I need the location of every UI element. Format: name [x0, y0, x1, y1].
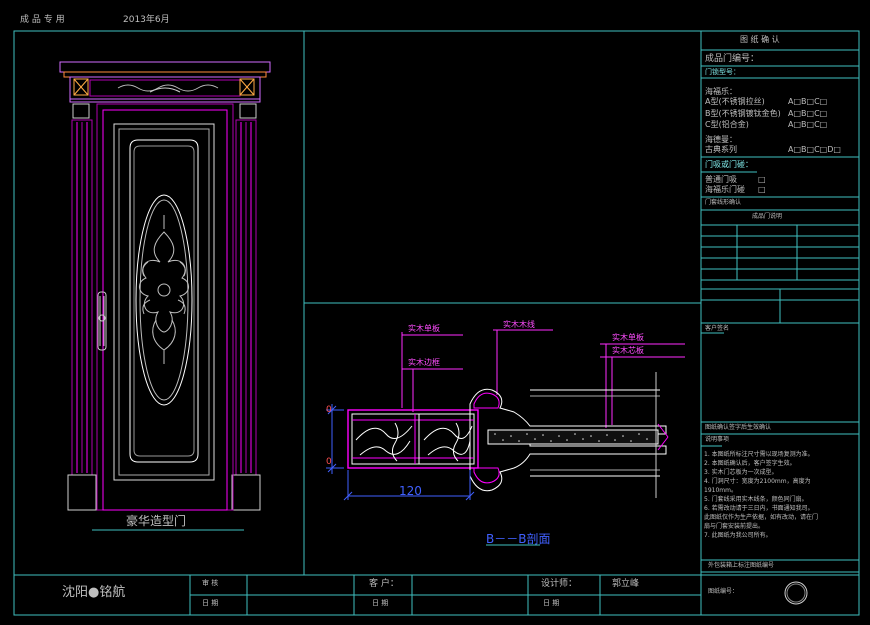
customer-date-label: 日 期: [372, 599, 389, 607]
note-line: 扇与门套安装前提出。: [704, 523, 765, 530]
note-line: 1910mm。: [704, 487, 737, 494]
designer-label: 设计师：: [541, 579, 578, 589]
inner-title: 成品门说明: [752, 213, 783, 220]
designer-date-label: 日 期: [543, 599, 560, 607]
group1-title: 海福乐：: [705, 87, 737, 96]
section-label-5: 实木芯板: [612, 346, 644, 355]
group2-item: 古典系列: [705, 145, 737, 154]
note-line: 6. 若需改动请于三日内，书面通知我司。: [704, 505, 814, 512]
section-title: B－－B剖面: [486, 532, 551, 546]
hardware-title: 门锁型号：: [705, 68, 740, 76]
drawing-no-circle: [784, 581, 808, 605]
note-line: 5. 门套线采用实木线条，颜色同门扇。: [704, 496, 808, 503]
drawing-no-label: 图纸编号：: [708, 588, 739, 595]
footer-note: 外包装箱上标注图纸编号: [708, 562, 775, 569]
note-line: 1. 本图纸所标注尺寸需以现场复测为准。: [704, 451, 814, 458]
section-label-3: 实木木线: [503, 320, 535, 329]
dimension-value: 120: [399, 484, 422, 498]
product-no-label: 成品门编号：: [705, 54, 760, 64]
group1-item-c: C型(铝合金): [705, 120, 749, 129]
header-date: 2013年6月: [123, 15, 170, 25]
stop-item-1: 普通门吸: [705, 175, 737, 184]
notes-title: 说明事项: [705, 436, 730, 443]
panel-title: 图 纸 确 认: [740, 35, 780, 44]
note-line: 3. 实木门芯板为一次成型。: [704, 469, 778, 476]
customer-label: 客 户：: [369, 579, 399, 589]
notes-list: 1. 本图纸所标注尺寸需以现场复测为准。 2. 本图纸确认后，客户签字生效。 3…: [704, 452, 858, 542]
section-label-4: 实木单板: [612, 333, 644, 342]
note-line: 2. 本图纸确认后，客户签字生效。: [704, 460, 796, 467]
header-label: 成 品 专 用: [20, 15, 65, 25]
door-elevation: [59, 61, 271, 531]
group1-options-b[interactable]: A□B□C□: [788, 110, 827, 118]
stop-title: 门吸或门碰：: [705, 160, 753, 169]
group2-options[interactable]: A□B□C□D□: [788, 146, 841, 154]
stop-item-2: 海福乐门碰: [705, 185, 745, 194]
designer-name: 郭立峰: [612, 579, 640, 589]
group1-item-a: A型(不锈钢拉丝): [705, 97, 765, 106]
stop-check-1[interactable]: □: [758, 176, 766, 184]
dim-mark-bottom: 0: [326, 457, 332, 467]
note-line: 7. 此图纸为我公司所有。: [704, 532, 772, 539]
confirm-line: 图纸确认签字后生效确认: [705, 424, 772, 431]
door-line-title: 门套线形确认: [705, 199, 742, 206]
group1-options-c[interactable]: A□B□C□: [788, 121, 827, 129]
dim-mark-top: 0: [326, 405, 332, 415]
section-detail: [326, 329, 685, 546]
company-name: 沈阳●铭航: [62, 585, 126, 600]
note-line: 4. 门洞尺寸：宽度为2100mm，高度为: [704, 478, 811, 485]
drawing-no-circle-inner: [786, 583, 806, 603]
section-label-1: 实木单板: [408, 324, 440, 333]
group1-options-a[interactable]: A□B□C□: [788, 98, 827, 106]
stop-check-2[interactable]: □: [758, 186, 766, 194]
note-line: 此图纸仅作为生产依据，如有改动，请在门: [704, 514, 819, 521]
group2-title: 海德曼：: [705, 135, 737, 144]
audit-label: 审 核: [202, 579, 219, 587]
audit-date-label: 日 期: [202, 599, 219, 607]
remark-title: 客户签名: [705, 325, 730, 332]
door-caption: 豪华造型门: [126, 514, 187, 528]
section-label-2: 实木边框: [408, 358, 440, 367]
group1-item-b: B型(不锈钢镀钛金色): [705, 109, 781, 118]
